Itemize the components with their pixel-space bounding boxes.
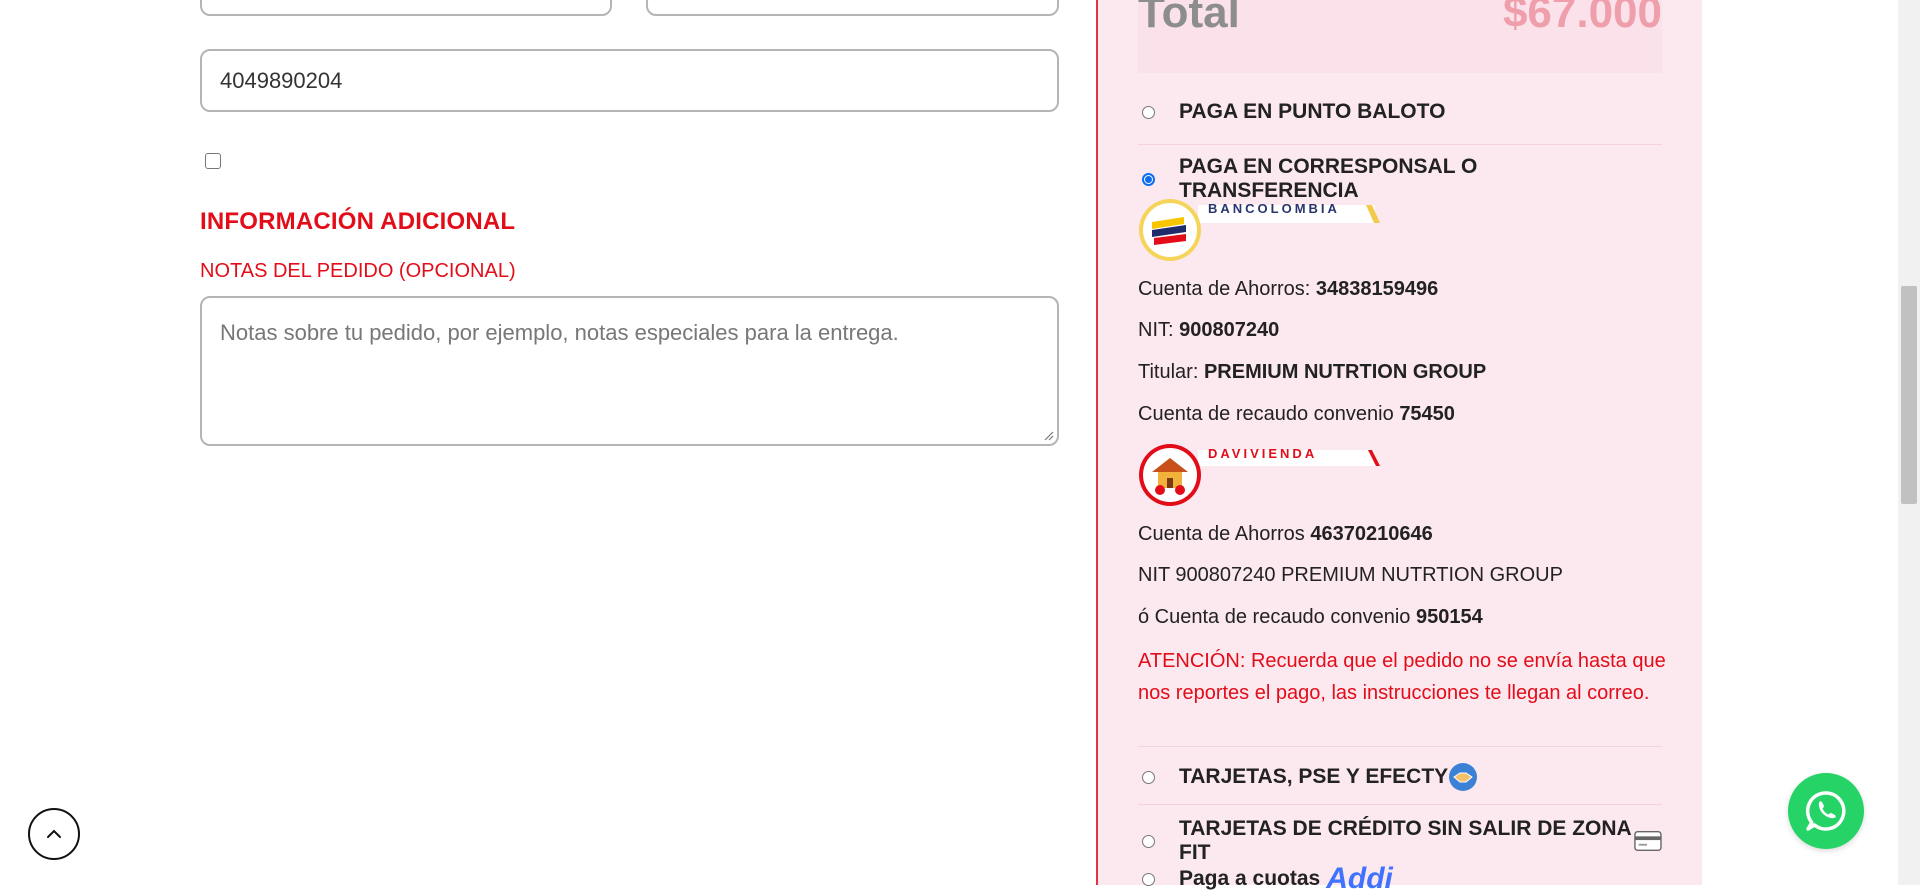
page-scrollbar[interactable]: [1898, 0, 1920, 885]
scroll-to-top-button[interactable]: [28, 808, 80, 860]
convenio-label: Cuenta de recaudo convenio: [1138, 403, 1394, 425]
additional-info-heading: INFORMACIÓN ADICIONAL: [200, 208, 516, 235]
total-row: Total $67.000: [1138, 0, 1662, 73]
handshake-icon: [1449, 763, 1478, 791]
convenio-value: 950154: [1415, 606, 1483, 628]
account-label: Cuenta de Ahorros:: [1138, 278, 1311, 300]
order-notes-placeholder: Notas sobre tu pedido, por ejemplo, nota…: [220, 320, 899, 345]
payment-option-addi[interactable]: Paga a cuotas Addi: [1138, 862, 1662, 896]
first-name-field[interactable]: [200, 0, 612, 16]
resize-handle-icon[interactable]: [1044, 431, 1054, 441]
payment-option-label: PAGA EN PUNTO BALOTO: [1179, 100, 1446, 123]
bancolombia-nit: NIT: 900807240: [1138, 319, 1279, 342]
payment-option-label: PAGA EN CORRESPONSAL O TRANSFERENCIA: [1179, 155, 1478, 202]
subscribe-checkbox[interactable]: [205, 153, 221, 169]
radio-addi[interactable]: [1142, 872, 1155, 886]
divider: [1138, 804, 1662, 805]
payment-option-cards[interactable]: TARJETAS, PSE Y EFECTY: [1138, 762, 1662, 792]
order-notes-label: NOTAS DEL PEDIDO (OPCIONAL): [200, 260, 516, 282]
payment-option-label: TARJETAS DE CRÉDITO SIN SALIR DE ZONA FI…: [1179, 817, 1631, 864]
convenio-label: ó Cuenta de recaudo convenio: [1138, 606, 1411, 628]
holder-value: PREMIUM NUTRTION GROUP: [1203, 361, 1487, 383]
bancolombia-logo: BANCOLOMBIA: [1138, 197, 1398, 263]
payment-option-label: Paga a cuotas: [1179, 867, 1321, 890]
chevron-up-icon: [47, 829, 61, 838]
radio-baloto[interactable]: [1142, 105, 1155, 119]
bancolombia-name: BANCOLOMBIA: [1208, 201, 1340, 216]
divider: [1138, 746, 1662, 747]
holder-label: Titular:: [1138, 361, 1199, 383]
davivienda-logo: DAVIVIENDA: [1138, 442, 1398, 508]
bancolombia-account: Cuenta de Ahorros: 34838159496: [1138, 278, 1438, 301]
radio-cards[interactable]: [1142, 770, 1155, 784]
scrollbar-thumb[interactable]: [1901, 286, 1917, 504]
bancolombia-convenio: Cuenta de recaudo convenio 75450: [1138, 403, 1455, 426]
payment-option-transfer[interactable]: PAGA EN CORRESPONSAL O TRANSFERENCIA: [1138, 155, 1662, 203]
total-label: Total: [1138, 0, 1240, 37]
phone-field[interactable]: 4049890204: [200, 49, 1059, 112]
account-value: 46370210646: [1310, 523, 1433, 545]
convenio-value: 75450: [1399, 403, 1455, 425]
davivienda-convenio: ó Cuenta de recaudo convenio 950154: [1138, 606, 1483, 629]
total-value: $67.000: [1502, 0, 1662, 37]
divider: [1138, 144, 1662, 145]
davivienda-account: Cuenta de Ahorros 46370210646: [1138, 523, 1433, 546]
addi-logo: Addi: [1326, 862, 1393, 895]
payment-warning: ATENCIÓN: Recuerda que el pedido no se e…: [1138, 650, 1666, 704]
whatsapp-button[interactable]: [1788, 773, 1864, 849]
payment-option-baloto[interactable]: PAGA EN PUNTO BALOTO: [1138, 100, 1662, 124]
radio-transfer[interactable]: [1142, 172, 1155, 186]
order-summary-panel: Total $67.000 PAGA EN PUNTO BALOTO PAGA …: [1096, 0, 1702, 895]
payment-option-credit[interactable]: TARJETAS DE CRÉDITO SIN SALIR DE ZONA FI…: [1138, 817, 1662, 865]
nit-label: NIT:: [1138, 319, 1174, 341]
whatsapp-icon: [1805, 791, 1846, 831]
bancolombia-holder: Titular: PREMIUM NUTRTION GROUP: [1138, 361, 1486, 384]
account-label: Cuenta de Ahorros: [1138, 523, 1305, 545]
account-value: 34838159496: [1315, 278, 1439, 300]
last-name-field[interactable]: [646, 0, 1059, 16]
order-notes-textarea[interactable]: Notas sobre tu pedido, por ejemplo, nota…: [200, 296, 1059, 446]
davivienda-nit: NIT 900807240 PREMIUM NUTRTION GROUP: [1138, 564, 1563, 586]
credit-card-icon: [1634, 831, 1662, 851]
davivienda-name: DAVIVIENDA: [1208, 446, 1318, 461]
payment-option-label: TARJETAS, PSE Y EFECTY: [1179, 765, 1449, 788]
nit-value: 900807240: [1179, 319, 1280, 341]
radio-credit[interactable]: [1142, 834, 1155, 848]
